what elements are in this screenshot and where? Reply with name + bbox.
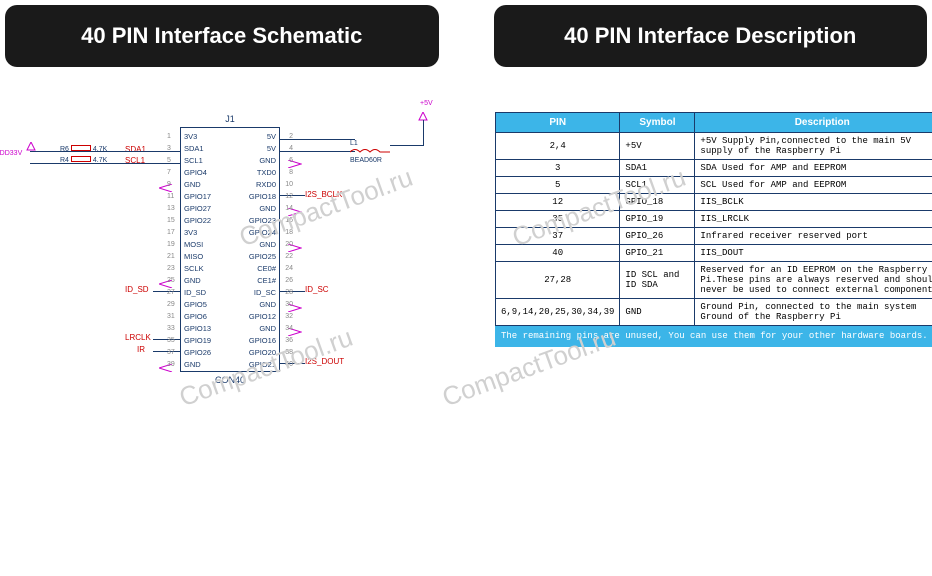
- cell-pin: 35: [496, 211, 620, 228]
- cell-desc: Ground Pin, connected to the main system…: [695, 299, 932, 326]
- connector-label: J1: [225, 114, 235, 124]
- cell-symbol: GND: [620, 299, 695, 326]
- pin-row: 31GPIO6GPIO1232: [181, 310, 279, 322]
- cell-desc: IIS_LRCLK: [695, 211, 932, 228]
- pin-row: 19MOSIGND20: [181, 238, 279, 250]
- cell-desc: Infrared receiver reserved port: [695, 228, 932, 245]
- table-row: 12GPIO_18IIS_BCLK: [496, 194, 932, 211]
- pin-description-table: PIN Symbol Description 2,4+5V+5V Supply …: [495, 112, 932, 347]
- pin-row: 9GNDRXD010: [181, 178, 279, 190]
- pin-row: 7GPIO4TXD08: [181, 166, 279, 178]
- pin-row: 27ID_SDID_SC28: [181, 286, 279, 298]
- cell-pin: 2,4: [496, 133, 620, 160]
- th-pin: PIN: [496, 113, 620, 133]
- schematic-panel: CompactTool.ru CompactTool.ru +5V VDD33V…: [5, 112, 465, 392]
- pin-row: 39GNDGPIO2140: [181, 358, 279, 370]
- wire: [423, 120, 424, 146]
- pin-row: 23SCLKCE0#24: [181, 262, 279, 274]
- table-row: 6,9,14,20,25,30,34,39GNDGround Pin, conn…: [496, 299, 932, 326]
- description-panel: CompactTool.ru CompactTool.ru PIN Symbol…: [495, 112, 932, 392]
- cell-pin: 37: [496, 228, 620, 245]
- cell-pin: 27,28: [496, 262, 620, 299]
- cell-desc: Reserved for an ID EEPROM on the Raspber…: [695, 262, 932, 299]
- pin-row: 35GPIO19GPIO1636: [181, 334, 279, 346]
- pin-row: 33GPIO13GND34: [181, 322, 279, 334]
- cell-symbol: +5V: [620, 133, 695, 160]
- table-row: 35GPIO_19IIS_LRCLK: [496, 211, 932, 228]
- cell-symbol: GPIO_18: [620, 194, 695, 211]
- header-description: 40 PIN Interface Description: [494, 5, 928, 67]
- pin-row: 13GPIO27GND14: [181, 202, 279, 214]
- cell-symbol: SCL1: [620, 177, 695, 194]
- pin-row: 29GPIO5GND30: [181, 298, 279, 310]
- note-cell: The remaining pins are unused, You can u…: [496, 326, 932, 347]
- cell-pin: 3: [496, 160, 620, 177]
- table-row: 40GPIO_21IIS_DOUT: [496, 245, 932, 262]
- cell-symbol: GPIO_26: [620, 228, 695, 245]
- table-row: 3SDA1SDA Used for AMP and EEPROM: [496, 160, 932, 177]
- table-row: 5SCL1SCL Used for AMP and EEPROM: [496, 177, 932, 194]
- inductor-l1: L1 BEAD60R: [350, 140, 390, 164]
- wire: [30, 151, 180, 152]
- cell-desc: SCL Used for AMP and EEPROM: [695, 177, 932, 194]
- connector-chip: J1 13V35V23SDA15V45SCL1GND67GPIO4TXD089G…: [180, 127, 280, 372]
- cell-symbol: SDA1: [620, 160, 695, 177]
- pin-row: 13V35V2: [181, 130, 279, 142]
- cell-pin: 40: [496, 245, 620, 262]
- cell-symbol: GPIO_19: [620, 211, 695, 228]
- net-i2s-bclk: I2S_BCLK: [305, 190, 342, 199]
- th-symbol: Symbol: [620, 113, 695, 133]
- wire: [390, 145, 423, 146]
- pin-row: 25GNDCE1#26: [181, 274, 279, 286]
- pin-row: 37GPIO26GPIO2038: [181, 346, 279, 358]
- pin-row: 173V3GPIO2418: [181, 226, 279, 238]
- wire: [30, 163, 180, 164]
- pin-row: 3SDA15V4: [181, 142, 279, 154]
- net-id-sc: ID_SC: [305, 285, 329, 294]
- cell-symbol: ID SCL and ID SDA: [620, 262, 695, 299]
- connector-type: CON40: [215, 375, 245, 385]
- th-desc: Description: [695, 113, 932, 133]
- schematic-diagram: +5V VDD33V R6 4.7K R4 4.7K SDA1 SCL1 ID_…: [5, 112, 465, 392]
- net-ir: IR: [137, 345, 145, 354]
- cell-desc: SDA Used for AMP and EEPROM: [695, 160, 932, 177]
- cell-desc: IIS_DOUT: [695, 245, 932, 262]
- net-lrclk: LRCLK: [125, 333, 151, 342]
- header-schematic: 40 PIN Interface Schematic: [5, 5, 439, 67]
- pin-row: 15GPIO22GPIO2316: [181, 214, 279, 226]
- net-i2s-dout: I2S_DOUT: [305, 357, 344, 366]
- net-id-sd: ID_SD: [125, 285, 149, 294]
- pin-row: 5SCL1GND6: [181, 154, 279, 166]
- table-row: 2,4+5V+5V Supply Pin,connected to the ma…: [496, 133, 932, 160]
- table-row: 37GPIO_26Infrared receiver reserved port: [496, 228, 932, 245]
- cell-symbol: GPIO_21: [620, 245, 695, 262]
- power-3v3-label: VDD33V: [0, 150, 22, 157]
- table-note-row: The remaining pins are unused, You can u…: [496, 326, 932, 347]
- cell-pin: 6,9,14,20,25,30,34,39: [496, 299, 620, 326]
- pin-row: 21MISOGPIO2522: [181, 250, 279, 262]
- pin-row: 11GPIO17GPIO1812: [181, 190, 279, 202]
- cell-desc: +5V Supply Pin,connected to the main 5V …: [695, 133, 932, 160]
- table-row: 27,28ID SCL and ID SDAReserved for an ID…: [496, 262, 932, 299]
- cell-pin: 12: [496, 194, 620, 211]
- cell-desc: IIS_BCLK: [695, 194, 932, 211]
- net-sda1: SDA1: [125, 145, 146, 154]
- power-5v-label: +5V: [420, 100, 433, 107]
- cell-pin: 5: [496, 177, 620, 194]
